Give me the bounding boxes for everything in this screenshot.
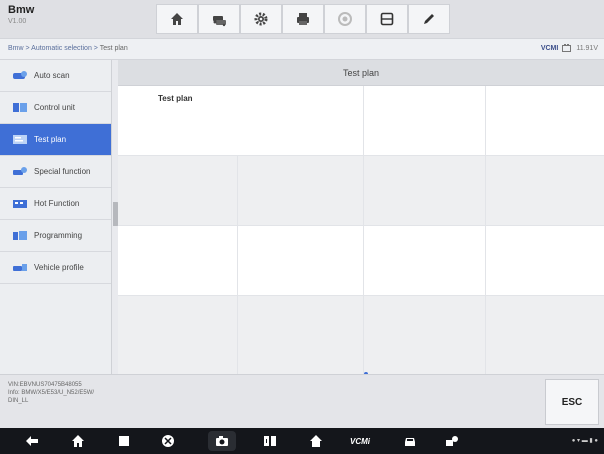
edit-button[interactable]	[408, 4, 450, 34]
sidebar-item-vehicle-profile[interactable]: Vehicle profile	[0, 252, 111, 284]
system-nav-bar: VCMi ● ▾ ▬ ▮ ●	[0, 428, 604, 454]
back-arrow-icon	[26, 436, 38, 446]
sidebar-item-programming[interactable]: Programming	[0, 220, 111, 252]
table-cell	[364, 296, 486, 374]
home-icon	[171, 13, 183, 25]
info-line: DIN_LL	[8, 398, 29, 404]
breadcrumb-trail[interactable]: Bmw > Automatic selection >	[8, 45, 100, 52]
back-button[interactable]	[24, 433, 40, 449]
shop-manager-button[interactable]	[444, 433, 460, 449]
table-cell	[118, 156, 238, 225]
home-button[interactable]	[156, 4, 198, 34]
hot-function-icon	[13, 200, 27, 208]
vehicle-swap-button[interactable]	[198, 4, 240, 34]
table-cell	[486, 156, 604, 225]
battery-voltage: 11.91V	[576, 44, 598, 52]
vci-status-label: VCMI	[540, 44, 559, 52]
vehicle-info: VIN:EBVNUS70475B48055 Info: BMW/X5/E53/U…	[8, 381, 94, 405]
test-plan-panel: Test plan Test plan	[118, 60, 604, 376]
breadcrumb-current: Test plan	[99, 45, 128, 52]
info-line: Info: BMW/X5/E53/U_N52/E5W/	[8, 390, 95, 396]
table-cell	[364, 86, 486, 155]
square-icon	[119, 436, 129, 446]
table-cell	[364, 226, 486, 295]
browser-button[interactable]	[160, 433, 176, 449]
help-icon	[338, 12, 352, 26]
vehicle-profile-icon	[13, 264, 27, 271]
help-button[interactable]	[324, 4, 366, 34]
table-cell	[118, 226, 238, 295]
screen-icon	[264, 436, 276, 446]
sidebar-item-special-function[interactable]: Special function	[0, 156, 111, 188]
sidebar-item-label: Auto scan	[34, 71, 70, 80]
table-cell	[238, 226, 364, 295]
shop-icon	[446, 436, 458, 446]
table-cell	[238, 296, 364, 374]
sidebar-item-label: Test plan	[34, 135, 67, 144]
sidebar: Auto scan Control unit Test plan Special…	[0, 60, 112, 374]
breadcrumb-bar: Bmw > Automatic selection > Test plan VC…	[0, 38, 604, 60]
sidebar-item-label: Vehicle profile	[34, 263, 84, 272]
special-function-icon	[13, 167, 27, 175]
app-title: Bmw	[8, 4, 35, 16]
gear-icon	[254, 12, 268, 26]
table-row	[118, 226, 604, 296]
sidebar-item-hot-function[interactable]: Hot Function	[0, 188, 111, 220]
sidebar-item-auto-scan[interactable]: Auto scan	[0, 60, 111, 92]
sidebar-item-label: Special function	[34, 167, 91, 176]
sidebar-item-label: Hot Function	[34, 199, 80, 208]
table-cell	[364, 156, 486, 225]
breadcrumb: Bmw > Automatic selection > Test plan	[8, 45, 128, 52]
sidebar-item-label: Control unit	[34, 103, 75, 112]
vin-text: VIN:EBVNUS70475B48055	[8, 382, 82, 388]
home-icon	[310, 435, 322, 447]
camera-button[interactable]	[208, 431, 236, 451]
sidebar-item-test-plan[interactable]: Test plan	[0, 124, 111, 156]
diagnostics-home-button[interactable]	[308, 433, 324, 449]
status-area: VCMI 11.91V	[541, 44, 598, 52]
test-plan-row-label: Test plan	[158, 94, 193, 103]
app-version: V1.00	[8, 18, 27, 25]
table-cell	[486, 86, 604, 155]
auto-scan-icon	[13, 71, 27, 79]
car-icon	[405, 438, 415, 446]
toolbar	[156, 4, 450, 34]
vehicle-button[interactable]	[402, 433, 418, 449]
esc-button[interactable]: ESC	[545, 379, 599, 425]
table-cell	[238, 156, 364, 225]
camera-icon	[216, 436, 228, 446]
vcm-label: VCMi	[350, 436, 370, 446]
table-cell	[486, 296, 604, 374]
vehicle-swap-icon	[213, 16, 226, 27]
pen-icon	[424, 14, 434, 24]
settings-button[interactable]	[240, 4, 282, 34]
globe-icon	[162, 435, 174, 447]
printer-icon	[297, 13, 309, 25]
battery-icon	[562, 44, 572, 52]
table-row	[118, 296, 604, 374]
screen-record-button[interactable]	[262, 433, 278, 449]
home-icon	[72, 435, 84, 447]
programming-icon	[13, 231, 27, 240]
table-cell	[118, 296, 238, 374]
signal-icon: ● ▾ ▬ ▮ ●	[571, 438, 598, 444]
control-unit-icon	[13, 103, 27, 112]
vehicle-info-bar: VIN:EBVNUS70475B48055 Info: BMW/X5/E53/U…	[0, 374, 604, 428]
nav-home-button[interactable]	[70, 433, 86, 449]
table-cell	[486, 226, 604, 295]
save-button[interactable]	[366, 4, 408, 34]
test-plan-icon	[13, 135, 27, 144]
save-icon	[380, 12, 394, 26]
table-row	[118, 156, 604, 226]
table-header: Test plan	[118, 60, 604, 86]
sidebar-item-label: Programming	[34, 231, 83, 240]
system-status-icons: ● ▾ ▬ ▮ ●	[572, 437, 598, 444]
table-cell	[118, 86, 364, 155]
sidebar-item-control-unit[interactable]: Control unit	[0, 92, 111, 124]
print-button[interactable]	[282, 4, 324, 34]
top-bar: Bmw V1.00	[0, 0, 604, 38]
recent-apps-button[interactable]	[116, 433, 132, 449]
vcm-button[interactable]: VCMi	[346, 433, 374, 449]
